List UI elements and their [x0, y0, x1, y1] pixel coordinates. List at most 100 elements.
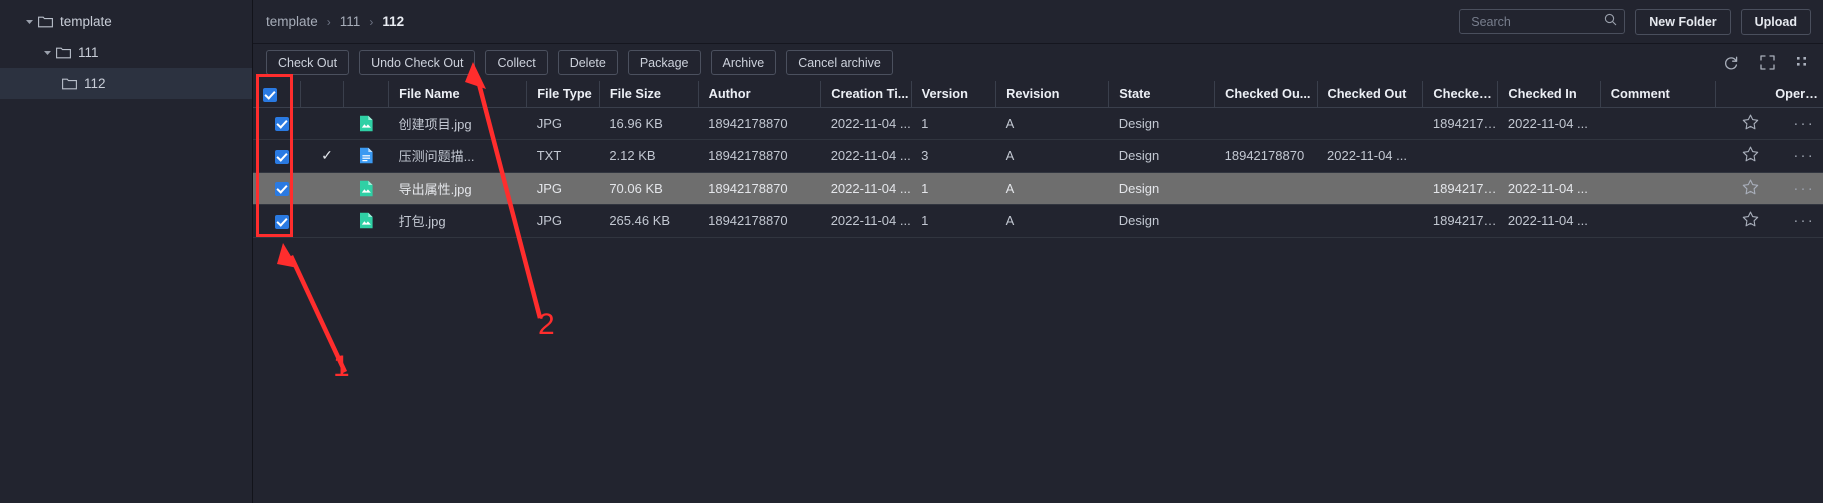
cell-checked-out: 2022-11-04 ... — [1317, 139, 1423, 173]
cell-file-name[interactable]: 打包.jpg — [388, 204, 527, 238]
text-file-icon — [359, 147, 374, 164]
row-checkbox[interactable] — [274, 182, 289, 197]
cell-file-type: JPG — [526, 172, 600, 205]
cell-author: 18942178870 — [698, 172, 821, 205]
cell-more-actions[interactable]: ··· — [1775, 139, 1823, 173]
cell-favorite[interactable] — [1715, 172, 1776, 205]
chevron-down-icon[interactable] — [40, 46, 54, 60]
undo-check-out-button[interactable]: Undo Check Out — [359, 50, 476, 75]
column-header-file-type[interactable]: File Type — [526, 81, 600, 108]
breadcrumb-separator-icon: › — [369, 14, 374, 29]
cell-checked-in-by: 18942178870 — [1422, 172, 1498, 205]
row-checkbox[interactable] — [274, 117, 289, 132]
table-row[interactable]: ✓ 压测问题描... TXT 2.12 KB 18942178870 2022-11-04… — [253, 139, 1823, 173]
cell-favorite[interactable] — [1715, 139, 1776, 173]
row-select-cell[interactable] — [253, 107, 301, 140]
row-checkbox[interactable] — [274, 214, 289, 229]
row-checkbox[interactable] — [274, 149, 289, 164]
archive-button[interactable]: Archive — [710, 50, 777, 75]
row-file-icon-cell — [343, 107, 389, 140]
star-icon[interactable] — [1742, 114, 1759, 133]
select-all-checkbox[interactable] — [263, 87, 277, 102]
check-out-button[interactable]: Check Out — [266, 50, 350, 75]
cell-comment — [1600, 204, 1716, 238]
grid-view-icon[interactable] — [1796, 56, 1809, 69]
chevron-down-icon[interactable] — [22, 15, 36, 29]
column-header-checked-in-by[interactable]: Checked In By — [1422, 81, 1498, 108]
cell-checked-in-by: 18942178870 — [1422, 204, 1498, 238]
cell-revision: A — [995, 139, 1109, 173]
tree-item-template[interactable]: template — [0, 6, 252, 37]
cell-checked-out-by: 18942178870 — [1214, 139, 1317, 173]
fullscreen-icon[interactable] — [1760, 55, 1775, 70]
new-folder-button[interactable]: New Folder — [1635, 8, 1731, 35]
column-header-revision[interactable]: Revision — [995, 81, 1109, 108]
cell-more-actions[interactable]: ··· — [1775, 172, 1823, 205]
cell-more-actions[interactable]: ··· — [1775, 204, 1823, 238]
row-file-icon-cell — [343, 172, 389, 205]
breadcrumb-separator-icon: › — [326, 14, 331, 29]
cell-file-type: JPG — [526, 204, 600, 238]
column-header-operation[interactable]: Operation — [1775, 81, 1823, 108]
cell-file-size: 70.06 KB — [599, 172, 699, 205]
row-select-cell[interactable] — [253, 204, 301, 238]
row-select-cell[interactable] — [253, 139, 301, 173]
cell-checked-out — [1317, 172, 1423, 205]
tree-item-112[interactable]: 112 — [0, 68, 252, 99]
cell-file-name[interactable]: 创建项目.jpg — [388, 107, 527, 140]
cell-creation-time: 2022-11-04 ... — [820, 107, 912, 140]
breadcrumb: template › 111 › 112 — [266, 14, 404, 29]
cell-file-name[interactable]: 压测问题描... — [388, 139, 527, 173]
more-actions-icon[interactable]: ··· — [1793, 212, 1815, 229]
breadcrumb-item-template[interactable]: template — [266, 14, 318, 29]
cell-file-name[interactable]: 导出属性.jpg — [388, 172, 527, 205]
cell-favorite[interactable] — [1715, 204, 1776, 238]
more-actions-icon[interactable]: ··· — [1793, 180, 1815, 197]
row-select-cell[interactable] — [253, 172, 301, 205]
tree-item-111[interactable]: 111 — [0, 37, 252, 68]
delete-button[interactable]: Delete — [557, 50, 618, 75]
row-lock-cell — [300, 107, 344, 140]
folder-icon — [56, 46, 71, 60]
column-header-creation-time[interactable]: Creation Ti... — [820, 81, 912, 108]
search-icon[interactable] — [1604, 13, 1617, 31]
cell-revision: A — [995, 172, 1109, 205]
column-header-author[interactable]: Author — [697, 81, 821, 108]
row-lock-cell — [300, 172, 344, 205]
table-row[interactable]: 创建项目.jpg JPG 16.96 KB 18942178870 2022-11-04… — [253, 107, 1823, 140]
cell-author: 18942178870 — [698, 107, 821, 140]
package-button[interactable]: Package — [627, 50, 701, 75]
cell-state: Design — [1108, 172, 1215, 205]
refresh-icon[interactable] — [1723, 55, 1739, 71]
table-row[interactable]: 导出属性.jpg JPG 70.06 KB 18942178870 2022-11-04… — [253, 172, 1823, 205]
upload-button[interactable]: Upload — [1740, 8, 1811, 35]
cancel-archive-button[interactable]: Cancel archive — [786, 50, 893, 75]
column-header-version[interactable]: Version — [910, 81, 996, 108]
breadcrumb-item-112[interactable]: 112 — [382, 14, 404, 29]
column-header-file-name[interactable]: File Name — [388, 81, 527, 108]
star-icon[interactable] — [1742, 211, 1759, 230]
search-input[interactable] — [1469, 13, 1605, 30]
column-header-state[interactable]: State — [1108, 81, 1215, 108]
more-actions-icon[interactable]: ··· — [1793, 147, 1815, 164]
cell-revision: A — [995, 107, 1109, 140]
view-tools — [1723, 55, 1811, 71]
star-icon[interactable] — [1742, 179, 1759, 198]
cell-favorite[interactable] — [1715, 107, 1776, 140]
cell-revision: A — [995, 204, 1109, 238]
column-header-checked-out[interactable]: Checked Out — [1316, 81, 1423, 108]
star-icon[interactable] — [1742, 146, 1759, 165]
column-header-checked-in[interactable]: Checked In — [1497, 81, 1601, 108]
cell-more-actions[interactable]: ··· — [1775, 107, 1823, 140]
column-header-file-size[interactable]: File Size — [598, 81, 699, 108]
cell-checked-out-by — [1214, 204, 1317, 238]
more-actions-icon[interactable]: ··· — [1793, 115, 1815, 132]
column-header-checked-out-by[interactable]: Checked Ou... — [1214, 81, 1317, 108]
table-row[interactable]: 打包.jpg JPG 265.46 KB 18942178870 2022-11-04 … — [253, 204, 1823, 238]
column-header-comment[interactable]: Comment — [1599, 81, 1716, 108]
select-all-header[interactable] — [253, 81, 301, 108]
cell-checked-out — [1317, 204, 1423, 238]
search-box[interactable] — [1459, 9, 1626, 34]
collect-button[interactable]: Collect — [485, 50, 548, 75]
breadcrumb-item-111[interactable]: 111 — [340, 14, 361, 29]
